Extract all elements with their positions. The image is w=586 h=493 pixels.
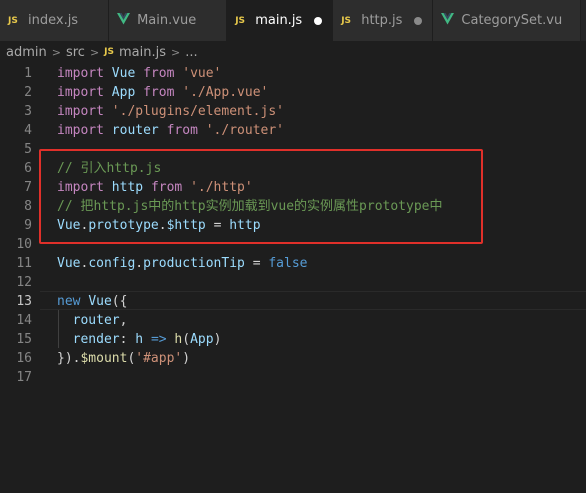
code-line[interactable]: 15 render: h => h(App) (0, 330, 586, 349)
code-text[interactable]: new Vue({ (57, 292, 127, 311)
code-editor[interactable]: 1 import Vue from 'vue' 2 import App from '… (0, 63, 586, 493)
breadcrumb-item-src[interactable]: src (66, 45, 85, 60)
code-text[interactable]: import App from './App.vue' (57, 83, 268, 102)
line-number: 6 (24, 161, 32, 176)
code-text[interactable]: import Vue from 'vue' (57, 64, 221, 83)
chevron-right-icon: > (171, 45, 181, 59)
code-text[interactable]: }).$mount('#app') (57, 349, 190, 368)
code-line[interactable]: 14 router, (0, 311, 586, 330)
line-number: 12 (16, 275, 32, 290)
line-number: 14 (16, 313, 32, 328)
code-line[interactable]: 11 Vue.config.productionTip = false (0, 254, 586, 273)
line-number: 17 (16, 370, 32, 385)
code-text[interactable]: import './plugins/element.js' (57, 102, 284, 121)
tab-label: main.js (255, 13, 303, 28)
line-number: 9 (24, 218, 32, 233)
line-number: 3 (24, 104, 32, 119)
chevron-right-icon: > (51, 45, 61, 59)
code-text[interactable]: router, (57, 311, 128, 330)
line-number: 15 (16, 332, 32, 347)
code-line[interactable]: 1 import Vue from 'vue' (0, 64, 586, 83)
code-line[interactable]: 3 import './plugins/element.js' (0, 102, 586, 121)
unsaved-dot-icon[interactable] (414, 16, 423, 25)
vue-file-icon (441, 12, 461, 29)
code-line[interactable]: 16 }).$mount('#app') (0, 349, 586, 368)
line-number: 10 (16, 237, 32, 252)
tab-label: CategorySet.vu (461, 13, 563, 28)
code-text[interactable]: render: h => h(App) (57, 330, 222, 349)
line-number: 2 (24, 85, 32, 100)
tab-label: Main.vue (137, 13, 197, 28)
code-line[interactable]: 17 (0, 368, 586, 387)
js-file-icon: JS (8, 15, 18, 26)
unsaved-dot-icon[interactable] (314, 16, 323, 25)
tab-main-vue[interactable]: Main.vue (109, 0, 228, 41)
line-number: 4 (24, 123, 32, 138)
line-number: 16 (16, 351, 32, 366)
js-file-icon: JS (341, 15, 352, 26)
line-number: 7 (24, 180, 32, 195)
annotation-highlight-box (39, 149, 483, 244)
line-number: 13 (16, 294, 32, 309)
tab-http-js[interactable]: JS http.js (333, 0, 434, 41)
tab-index-js[interactable]: JS index.js (0, 0, 110, 41)
line-number: 1 (24, 66, 32, 81)
code-line[interactable]: 13 new Vue({ (0, 292, 586, 311)
code-text[interactable]: import router from './router' (57, 121, 284, 140)
tab-categoryset-vue[interactable]: CategorySet.vu (433, 0, 582, 41)
tab-label: http.js (361, 13, 403, 28)
code-line[interactable]: 4 import router from './router' (0, 121, 586, 140)
editor-tab-bar: JS index.js Main.vue JS main.js JS http.… (0, 0, 586, 41)
tab-main-js[interactable]: JS main.js (227, 0, 334, 41)
breadcrumb-item-file[interactable]: main.js (119, 45, 166, 60)
breadcrumb-item-symbol[interactable]: ... (185, 45, 197, 60)
js-file-icon: JS (235, 15, 246, 26)
code-line[interactable]: 12 (0, 273, 586, 292)
chevron-right-icon: > (89, 45, 100, 59)
vue-file-icon (117, 12, 137, 29)
line-number: 5 (24, 142, 32, 157)
tab-label: index.js (28, 13, 79, 28)
line-number: 11 (16, 256, 32, 271)
line-number: 8 (24, 199, 32, 214)
code-text[interactable]: Vue.config.productionTip = false (57, 254, 307, 273)
js-file-icon: JS (104, 47, 114, 57)
breadcrumb-item-admin[interactable]: admin (6, 45, 47, 60)
breadcrumb: admin > src > JS main.js > ... (0, 41, 586, 63)
code-line[interactable]: 2 import App from './App.vue' (0, 83, 586, 102)
